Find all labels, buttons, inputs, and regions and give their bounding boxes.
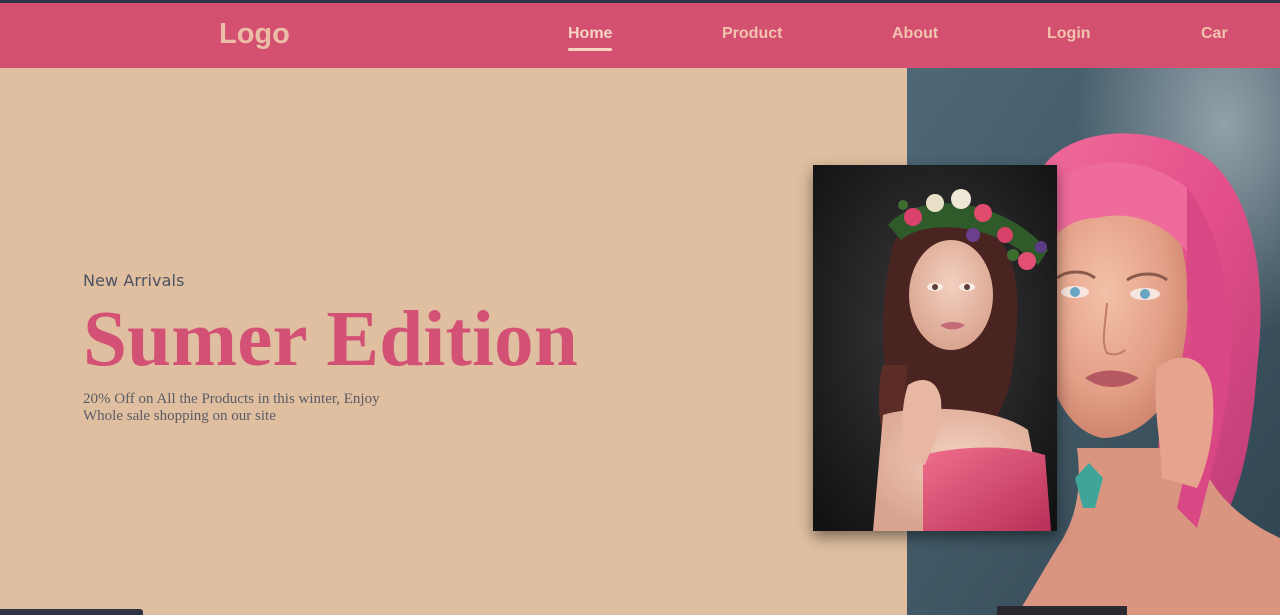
hero-eyebrow: New Arrivals bbox=[83, 271, 185, 290]
nav-link-label: Home bbox=[568, 25, 613, 42]
hero-text: New Arrivals Sumer Edition 20% Off on Al… bbox=[83, 271, 578, 425]
bottom-scroll-strip bbox=[0, 609, 143, 615]
nav-link-about[interactable]: About bbox=[892, 25, 938, 43]
nav-link-product[interactable]: Product bbox=[722, 25, 782, 43]
active-underline bbox=[568, 48, 613, 51]
hero-subtext: 20% Off on All the Products in this wint… bbox=[83, 391, 380, 424]
nav-link-car[interactable]: Car bbox=[1201, 25, 1228, 43]
navbar: Logo Home Product About Login Car bbox=[0, 3, 1280, 68]
logo[interactable]: Logo bbox=[219, 18, 290, 51]
inset-photo bbox=[813, 165, 1057, 531]
nav-link-login[interactable]: Login bbox=[1047, 25, 1091, 43]
nav-link-home[interactable]: Home bbox=[568, 25, 613, 51]
hero-headline: Sumer Edition bbox=[83, 296, 578, 383]
